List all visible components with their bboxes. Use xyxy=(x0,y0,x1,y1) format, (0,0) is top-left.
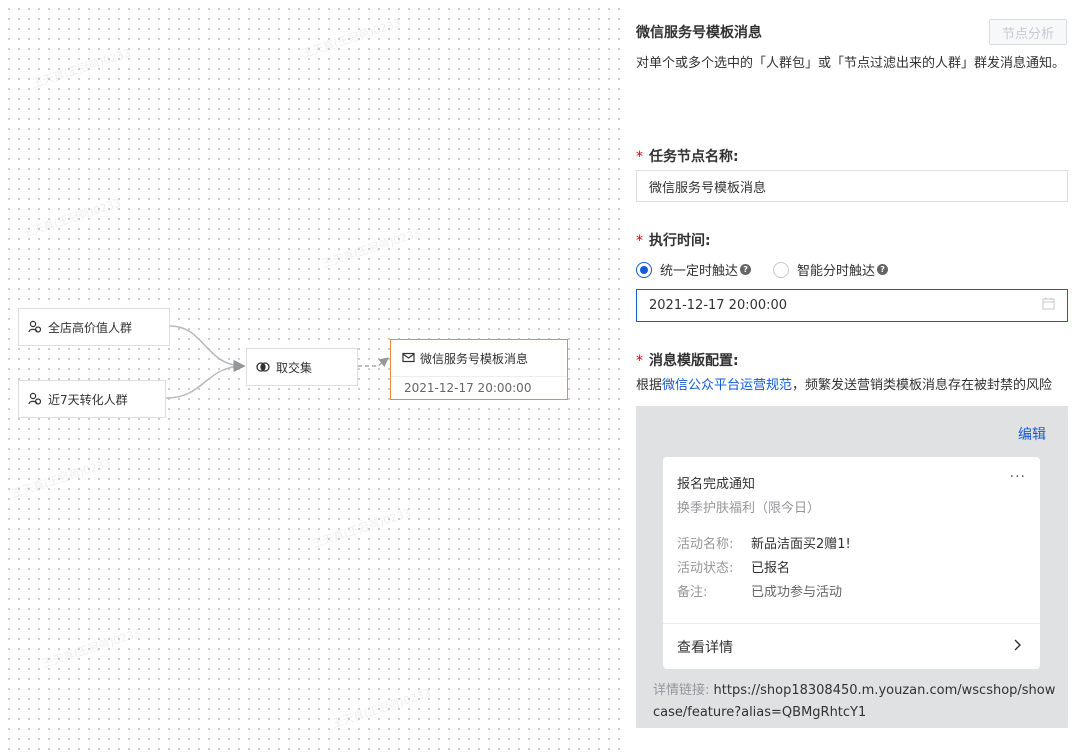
node-label: 微信服务号模板消息 xyxy=(420,351,529,366)
connector-operator-message xyxy=(358,357,389,367)
card-divider xyxy=(663,623,1040,624)
exec-time-label: * 执行时间: xyxy=(636,233,711,249)
exec-time-date-picker[interactable]: 2021-12-17 20:00:00 xyxy=(636,289,1068,322)
calendar-icon xyxy=(1042,297,1055,314)
card-row: 活动状态: 已报名 xyxy=(677,561,791,576)
help-icon[interactable]: ? xyxy=(877,264,889,275)
template-risk-notice: 根据微信公众平台运营规范，频繁发送营销类模板消息存在被封禁的风险 xyxy=(636,378,1053,393)
wechat-rules-link[interactable]: 微信公众平台运营规范 xyxy=(662,378,792,393)
connector-source1-operator xyxy=(169,325,246,372)
radio-unified-timing[interactable]: 统一定时触达 ? xyxy=(636,260,752,279)
task-name-input[interactable]: 微信服务号模板消息 xyxy=(636,170,1068,202)
template-message-card: 报名完成通知 ··· 换季护肤福利（限今日） 活动名称: 新品洁面买2赠1! 活… xyxy=(663,457,1040,669)
required-mark: * xyxy=(636,149,643,165)
exec-time-radio-group: 统一定时触达 ? 智能分时触达 ? xyxy=(636,260,889,279)
task-name-value: 微信服务号模板消息 xyxy=(649,180,767,196)
node-label: 取交集 xyxy=(276,360,313,375)
panel-title: 微信服务号模板消息 xyxy=(636,25,762,41)
radio-unselected-icon xyxy=(773,261,790,278)
card-subtitle: 换季护肤福利（限今日） xyxy=(677,501,821,516)
intersection-icon xyxy=(256,360,270,374)
detail-link: 详情链接: https://shop18308450.m.youzan.com/… xyxy=(653,683,1056,720)
detail-link-url: https://shop18308450.m.youzan.com/wscsho… xyxy=(653,683,1056,720)
required-mark: * xyxy=(636,353,643,369)
crowd-icon xyxy=(28,392,42,406)
more-icon[interactable]: ··· xyxy=(1010,469,1026,485)
view-details-label[interactable]: 查看详情 xyxy=(677,637,733,657)
radio-selected-icon xyxy=(636,261,652,278)
flow-canvas[interactable]: 全店高价值人群 近7天转化人群 取交集 微信服务号模板消息 2021-12-17… xyxy=(0,0,622,754)
crowd-icon xyxy=(28,320,42,334)
node-header: 微信服务号模板消息 xyxy=(391,340,567,377)
radio-smart-timing[interactable]: 智能分时触达 ? xyxy=(773,260,889,279)
node-7day-conversion-crowd[interactable]: 近7天转化人群 xyxy=(18,380,166,418)
card-title: 报名完成通知 xyxy=(677,477,756,492)
node-analysis-button[interactable]: 节点分析 xyxy=(989,19,1067,45)
node-intersection[interactable]: 取交集 xyxy=(246,348,358,386)
card-row: 活动名称: 新品洁面买2赠1! xyxy=(677,537,851,552)
node-wechat-template-message[interactable]: 微信服务号模板消息 2021-12-17 20:00:00 xyxy=(390,339,568,400)
template-config-label: * 消息模版配置: xyxy=(636,353,739,369)
node-high-value-crowd[interactable]: 全店高价值人群 xyxy=(18,308,170,346)
node-time: 2021-12-17 20:00:00 xyxy=(404,381,532,395)
connector-source2-operator xyxy=(165,360,246,399)
template-preview: 编辑 报名完成通知 ··· 换季护肤福利（限今日） 活动名称: 新品洁面买2赠1… xyxy=(636,406,1068,728)
card-row: 备注: 已成功参与活动 xyxy=(677,585,843,600)
node-config-panel: 微信服务号模板消息 节点分析 对单个或多个选中的「人群包」或「节点过滤出来的人群… xyxy=(622,0,1080,754)
mail-icon xyxy=(402,351,416,365)
edit-template-link[interactable]: 编辑 xyxy=(1018,424,1046,444)
task-name-label: * 任务节点名称: xyxy=(636,149,739,165)
chevron-right-icon[interactable] xyxy=(1010,638,1024,652)
date-value: 2021-12-17 20:00:00 xyxy=(649,298,788,313)
node-label: 近7天转化人群 xyxy=(48,392,128,407)
help-icon[interactable]: ? xyxy=(740,264,752,275)
required-mark: * xyxy=(636,233,643,249)
node-label: 全店高价值人群 xyxy=(48,320,133,335)
panel-description: 对单个或多个选中的「人群包」或「节点过滤出来的人群」群发消息通知。 xyxy=(636,56,1066,71)
